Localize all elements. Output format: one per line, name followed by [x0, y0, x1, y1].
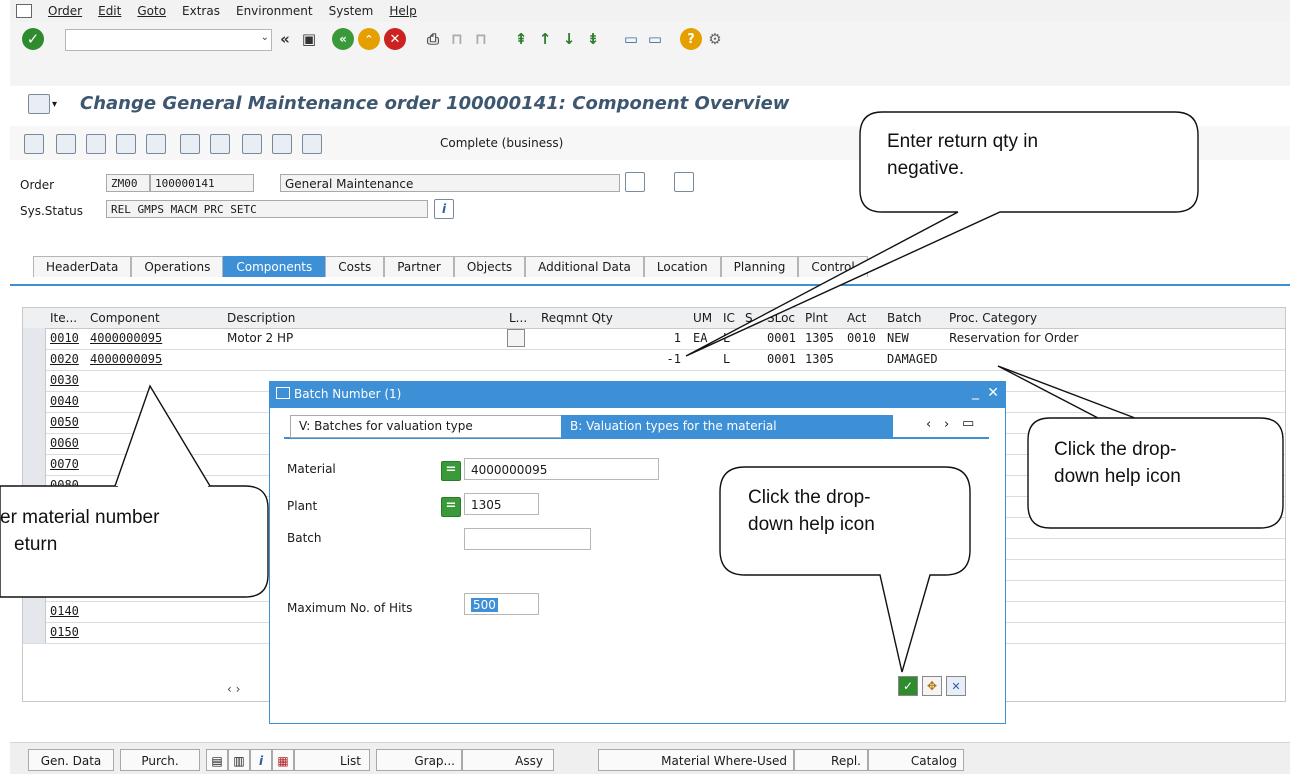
- callout-qty-text: Enter return qty in negative.: [887, 128, 1038, 182]
- callout-material-line2: eturn: [14, 534, 58, 555]
- callout-pointer-join: [118, 484, 208, 488]
- callout-help-right-line2: down help icon: [1054, 466, 1181, 487]
- callout-pointer-material: [114, 384, 211, 487]
- callout-material-text: er material number eturn: [0, 504, 159, 558]
- callout-qty-line2: negative.: [887, 158, 965, 179]
- callout-help-dialog-line1: Click the drop-: [748, 487, 871, 508]
- callout-qty-line1: Enter return qty in: [887, 131, 1039, 152]
- callout-help-right-line1: Click the drop-: [1054, 439, 1177, 460]
- callout-help-right-text: Click the drop- down help icon: [1054, 436, 1181, 490]
- callout-material-line1: er material number: [0, 507, 160, 528]
- annotation-overlay: [0, 111, 1284, 673]
- callout-help-dialog-text: Click the drop- down help icon: [748, 484, 875, 538]
- callout-help-dialog-line2: down help icon: [748, 514, 875, 535]
